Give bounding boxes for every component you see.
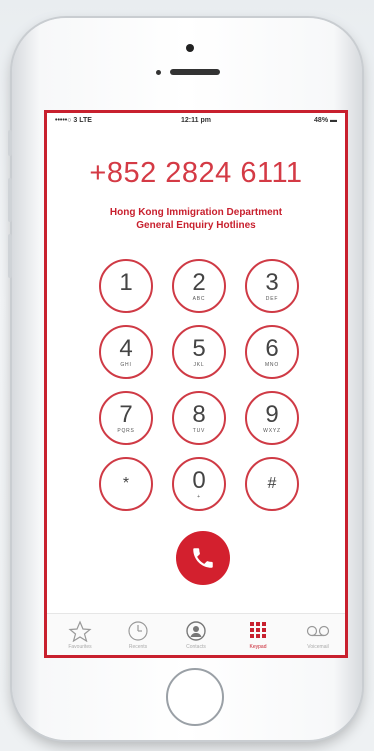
key-digit: 5 bbox=[192, 334, 206, 362]
tab-label: Recents bbox=[128, 644, 148, 650]
key-0[interactable]: 0 + bbox=[172, 457, 226, 511]
key-digit: 6 bbox=[265, 334, 279, 362]
status-time: 12:11 pm bbox=[181, 117, 211, 124]
tab-bar: Favourites Recents Contacts Keypad Voice… bbox=[47, 613, 345, 655]
key-hash[interactable]: # bbox=[245, 457, 299, 511]
key-4[interactable]: 4 GHI bbox=[99, 325, 153, 379]
key-digit: 8 bbox=[192, 400, 206, 428]
number-caption-line2: General Enquiry Hotlines bbox=[136, 220, 256, 231]
key-letters: GHI bbox=[120, 361, 132, 368]
volume-down-button bbox=[8, 234, 12, 278]
front-camera bbox=[186, 44, 194, 52]
key-letters: WXYZ bbox=[263, 427, 281, 434]
key-digit: * bbox=[122, 475, 130, 492]
keypad-icon bbox=[250, 622, 266, 638]
battery-status: 48% ▬ bbox=[314, 117, 337, 124]
key-digit: # bbox=[267, 475, 277, 492]
key-letters: ABC bbox=[192, 295, 206, 302]
key-digit: 0 bbox=[192, 466, 206, 494]
key-8[interactable]: 8 TUV bbox=[172, 391, 226, 445]
contact-icon bbox=[186, 621, 206, 641]
earpiece-speaker bbox=[170, 69, 220, 75]
phone-screen: •••••○ 3 LTE 12:11 pm 48% ▬ +852 2824 61… bbox=[44, 110, 348, 658]
proximity-sensor bbox=[156, 70, 161, 75]
key-letters: JKL bbox=[193, 361, 205, 368]
key-5[interactable]: 5 JKL bbox=[172, 325, 226, 379]
tab-label: Voicemail bbox=[307, 644, 329, 650]
tab-recents[interactable]: Recents bbox=[113, 620, 163, 650]
key-letters: MNO bbox=[264, 361, 280, 368]
tab-keypad[interactable]: Keypad bbox=[233, 620, 283, 650]
clock-icon bbox=[128, 621, 148, 641]
key-star[interactable]: * bbox=[99, 457, 153, 511]
key-3[interactable]: 3 DEF bbox=[245, 259, 299, 313]
call-button[interactable] bbox=[176, 531, 230, 585]
mute-switch bbox=[8, 130, 12, 156]
key-letters: PQRS bbox=[117, 427, 135, 434]
key-7[interactable]: 7 PQRS bbox=[99, 391, 153, 445]
key-digit: 3 bbox=[265, 268, 279, 296]
key-6[interactable]: 6 MNO bbox=[245, 325, 299, 379]
tab-favourites[interactable]: Favourites bbox=[55, 620, 105, 650]
voicemail-icon bbox=[306, 625, 330, 637]
tab-label: Contacts bbox=[186, 644, 206, 650]
key-digit: 9 bbox=[265, 400, 279, 428]
key-2[interactable]: 2 ABC bbox=[172, 259, 226, 313]
key-digit: 4 bbox=[119, 334, 133, 362]
key-letters: TUV bbox=[192, 427, 206, 434]
key-9[interactable]: 9 WXYZ bbox=[245, 391, 299, 445]
tab-voicemail[interactable]: Voicemail bbox=[293, 620, 343, 650]
number-caption-line1: Hong Kong Immigration Department bbox=[109, 207, 283, 218]
key-letters: DEF bbox=[265, 295, 279, 302]
status-bar: •••••○ 3 LTE 12:11 pm 48% ▬ bbox=[47, 117, 345, 129]
tab-contacts[interactable]: Contacts bbox=[171, 620, 221, 650]
home-button[interactable] bbox=[166, 668, 224, 726]
volume-up-button bbox=[8, 178, 12, 222]
dialed-number: +852 2824 6111 bbox=[89, 157, 303, 189]
key-digit: 7 bbox=[119, 400, 133, 428]
key-letters: + bbox=[197, 493, 201, 500]
tab-label: Favourites bbox=[68, 644, 92, 650]
star-icon bbox=[68, 620, 92, 642]
key-digit: 1 bbox=[119, 268, 133, 296]
key-digit: 2 bbox=[192, 268, 206, 296]
tab-label: Keypad bbox=[249, 644, 267, 650]
key-1[interactable]: 1 bbox=[99, 259, 153, 313]
phone-handset-icon bbox=[193, 548, 213, 568]
